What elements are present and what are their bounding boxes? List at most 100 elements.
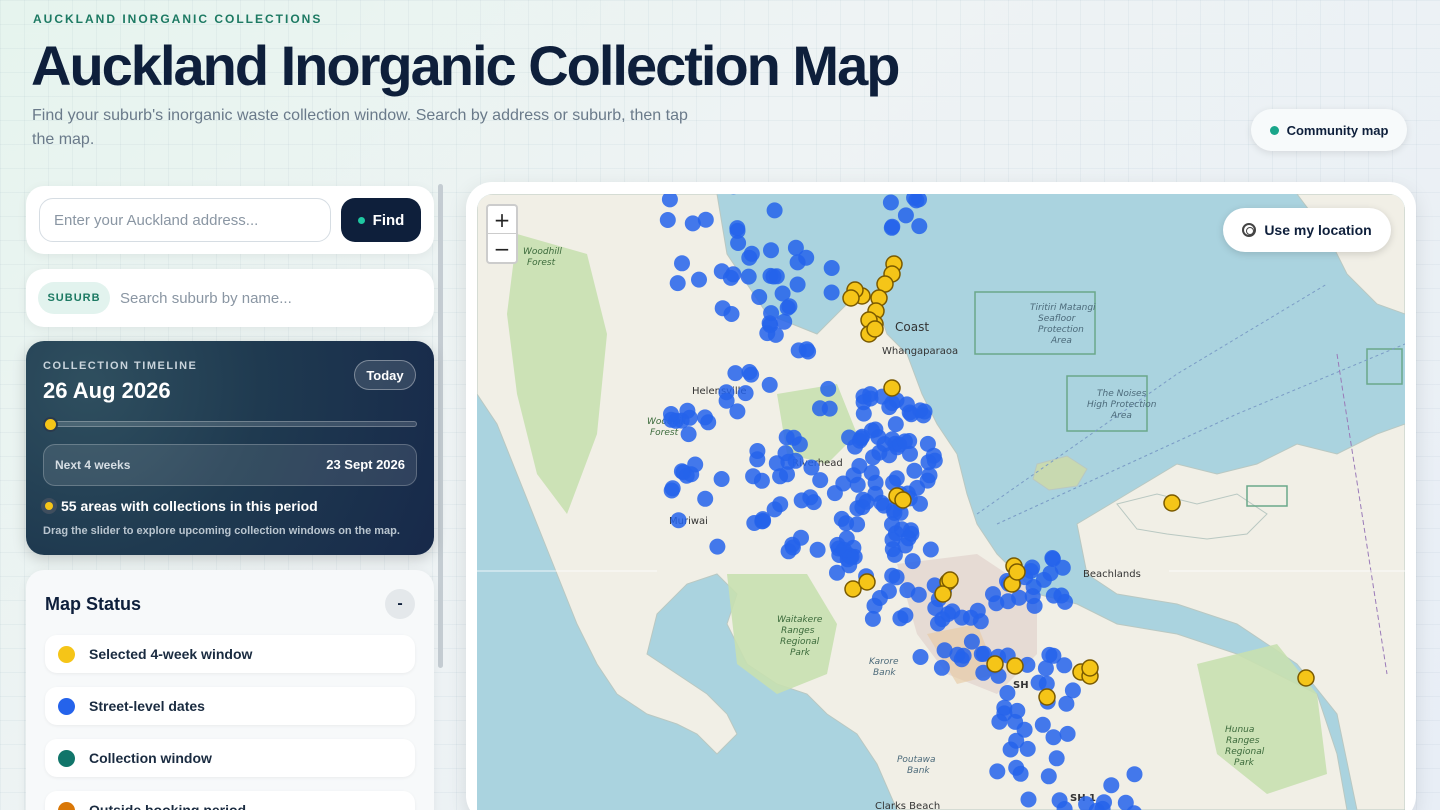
street-date-marker[interactable] xyxy=(841,557,858,574)
street-date-marker[interactable] xyxy=(670,512,687,529)
street-date-marker[interactable] xyxy=(793,529,809,546)
map-svg[interactable]: Woodhill Forest Woodhill Forest Helensvi… xyxy=(477,194,1405,810)
street-date-marker[interactable] xyxy=(674,255,690,272)
selected-window-marker[interactable] xyxy=(883,379,901,397)
street-date-marker[interactable] xyxy=(659,212,676,228)
street-date-marker[interactable] xyxy=(920,454,937,471)
selected-window-marker[interactable] xyxy=(894,491,912,509)
suburb-input[interactable] xyxy=(120,282,420,314)
street-date-marker[interactable] xyxy=(873,494,890,511)
selected-window-marker[interactable] xyxy=(866,320,884,338)
street-date-marker[interactable] xyxy=(765,268,782,285)
street-date-marker[interactable] xyxy=(897,207,914,224)
street-date-marker[interactable] xyxy=(849,516,866,533)
street-date-marker[interactable] xyxy=(763,242,779,259)
street-date-marker[interactable] xyxy=(820,380,837,397)
street-date-marker[interactable] xyxy=(768,455,785,472)
street-date-marker[interactable] xyxy=(884,218,901,235)
street-date-marker[interactable] xyxy=(743,245,760,262)
street-date-marker[interactable] xyxy=(791,436,808,453)
street-date-marker[interactable] xyxy=(1054,559,1071,576)
selected-window-marker[interactable] xyxy=(842,289,860,307)
street-date-marker[interactable] xyxy=(1126,766,1143,783)
street-date-marker[interactable] xyxy=(882,194,899,211)
street-date-marker[interactable] xyxy=(673,463,690,480)
selected-window-marker[interactable] xyxy=(1006,657,1024,675)
street-date-marker[interactable] xyxy=(867,474,884,491)
street-date-marker[interactable] xyxy=(697,409,713,426)
street-date-marker[interactable] xyxy=(953,609,970,626)
street-date-marker[interactable] xyxy=(892,610,909,627)
street-date-marker[interactable] xyxy=(884,516,900,533)
street-date-marker[interactable] xyxy=(910,586,927,603)
street-date-marker[interactable] xyxy=(729,222,746,239)
street-date-marker[interactable] xyxy=(934,611,951,628)
street-date-marker[interactable] xyxy=(884,567,901,584)
street-date-marker[interactable] xyxy=(919,472,936,489)
street-date-marker[interactable] xyxy=(718,392,735,409)
street-date-marker[interactable] xyxy=(754,511,771,528)
street-date-marker[interactable] xyxy=(865,449,881,466)
selected-window-marker[interactable] xyxy=(858,573,876,591)
street-date-marker[interactable] xyxy=(684,215,701,232)
street-date-marker[interactable] xyxy=(1045,729,1062,746)
street-date-marker[interactable] xyxy=(741,364,758,380)
street-date-marker[interactable] xyxy=(669,275,686,292)
street-date-marker[interactable] xyxy=(1008,732,1025,749)
street-date-marker[interactable] xyxy=(922,541,939,558)
street-date-marker[interactable] xyxy=(798,341,815,358)
street-date-marker[interactable] xyxy=(772,496,789,513)
street-date-marker[interactable] xyxy=(915,407,932,424)
street-date-marker[interactable] xyxy=(812,472,829,489)
street-date-marker[interactable] xyxy=(988,595,1005,612)
street-date-marker[interactable] xyxy=(887,416,904,433)
selected-window-marker[interactable] xyxy=(986,655,1004,673)
street-date-marker[interactable] xyxy=(871,590,888,606)
address-input[interactable] xyxy=(39,198,331,242)
street-date-marker[interactable] xyxy=(781,298,798,315)
street-date-marker[interactable] xyxy=(953,651,970,668)
use-my-location-button[interactable]: Use my location xyxy=(1223,208,1391,252)
street-date-marker[interactable] xyxy=(713,471,730,487)
street-date-marker[interactable] xyxy=(691,271,707,288)
street-date-marker[interactable] xyxy=(663,406,679,422)
zoom-out-button[interactable]: − xyxy=(488,235,516,263)
street-date-marker[interactable] xyxy=(1020,791,1037,808)
street-date-marker[interactable] xyxy=(881,447,898,464)
selected-window-marker[interactable] xyxy=(1163,494,1181,512)
street-date-marker[interactable] xyxy=(737,385,754,402)
timeline-slider-track[interactable] xyxy=(43,421,417,427)
street-date-marker[interactable] xyxy=(912,649,929,665)
street-date-marker[interactable] xyxy=(749,443,766,459)
street-date-marker[interactable] xyxy=(823,260,840,276)
street-date-marker[interactable] xyxy=(1048,750,1065,767)
street-date-marker[interactable] xyxy=(679,402,696,419)
street-date-marker[interactable] xyxy=(680,426,697,443)
street-date-marker[interactable] xyxy=(1059,725,1076,742)
street-date-marker[interactable] xyxy=(789,276,806,293)
street-date-marker[interactable] xyxy=(999,685,1016,701)
street-date-marker[interactable] xyxy=(936,642,953,659)
street-date-marker[interactable] xyxy=(812,400,828,417)
street-date-marker[interactable] xyxy=(809,541,826,558)
street-date-marker[interactable] xyxy=(989,763,1006,780)
street-date-marker[interactable] xyxy=(697,490,714,507)
street-date-marker[interactable] xyxy=(1012,765,1029,782)
selected-window-marker[interactable] xyxy=(1297,669,1315,687)
street-date-marker[interactable] xyxy=(933,659,950,676)
selected-window-marker[interactable] xyxy=(941,571,959,589)
street-date-marker[interactable] xyxy=(854,499,871,516)
street-date-marker[interactable] xyxy=(888,470,905,487)
street-date-marker[interactable] xyxy=(751,289,768,305)
street-date-marker[interactable] xyxy=(896,433,913,450)
find-button[interactable]: Find xyxy=(341,198,421,242)
street-date-marker[interactable] xyxy=(709,538,726,555)
panel-scrollbar[interactable] xyxy=(438,184,443,668)
street-date-marker[interactable] xyxy=(969,602,986,619)
street-date-marker[interactable] xyxy=(911,218,928,235)
street-date-marker[interactable] xyxy=(1024,588,1041,605)
street-date-marker[interactable] xyxy=(802,489,819,506)
street-date-marker[interactable] xyxy=(761,376,778,393)
street-date-marker[interactable] xyxy=(912,495,928,512)
street-date-marker[interactable] xyxy=(900,530,917,547)
